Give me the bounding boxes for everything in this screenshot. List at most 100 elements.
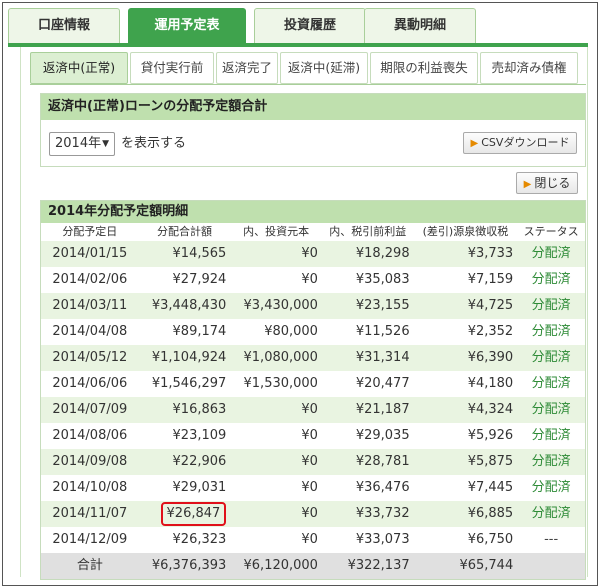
row-date: 2014/05/12 [52, 350, 128, 365]
play-arrow-icon: ▶ [470, 138, 479, 149]
play-arrow-icon: ▶ [523, 179, 532, 190]
year-select-value: 2014年 [55, 136, 102, 151]
csv-download-button[interactable]: ▶ CSVダウンロード [463, 132, 577, 154]
close-button[interactable]: ▶ 閉じる [516, 172, 578, 194]
table-row: 2014/11/07 ¥26,847 ¥0 ¥33,732 ¥6,885 分配済 [41, 501, 585, 527]
row-principal: ¥3,430,000 [243, 298, 318, 313]
summary-section: 返済中(正常)ローンの分配予定額合計 2014年 ▼ を表示する ▶ CSVダウン… [40, 93, 586, 167]
row-tax: ¥4,180 [467, 376, 514, 391]
close-label: 閉じる [534, 176, 571, 190]
row-total-amount: ¥29,031 [172, 480, 227, 495]
row-status: 分配済 [531, 350, 571, 365]
row-date: 2014/07/09 [52, 402, 128, 417]
row-total-amount: ¥14,565 [172, 246, 227, 261]
row-tax: ¥6,750 [467, 532, 514, 547]
row-profit: ¥28,781 [355, 454, 410, 469]
row-total-amount: ¥22,906 [172, 454, 227, 469]
row-date: 2014/02/06 [52, 272, 128, 287]
row-status: --- [544, 532, 559, 547]
year-select[interactable]: 2014年 ▼ [49, 132, 115, 156]
subtab-overdue[interactable]: 返済中(延滞) [280, 52, 368, 84]
table-row: 2014/01/15 ¥14,565 ¥0 ¥18,298 ¥3,733 分配済 [41, 241, 585, 267]
total-row: 合計 ¥6,376,393 ¥6,120,000 ¥322,137 ¥65,74… [41, 553, 585, 579]
total-profit: ¥322,137 [347, 558, 410, 573]
row-date: 2014/12/09 [52, 532, 128, 547]
row-status: 分配済 [531, 298, 571, 313]
row-date: 2014/01/15 [52, 246, 128, 261]
row-principal: ¥0 [301, 272, 318, 287]
row-profit: ¥21,187 [355, 402, 410, 417]
table-row: 2014/10/08 ¥29,031 ¥0 ¥36,476 ¥7,445 分配済 [41, 475, 585, 501]
row-date: 2014/10/08 [52, 480, 128, 495]
total-status [517, 553, 585, 579]
row-principal: ¥0 [301, 246, 318, 261]
table-row: 2014/05/12 ¥1,104,924 ¥1,080,000 ¥31,314 ¥6,… [41, 345, 585, 371]
table-header-row: 分配予定日 分配合計額 内、投資元本 内、税引前利益 (差引)源泉徴収税 ステー… [41, 223, 585, 241]
row-status: 分配済 [531, 454, 571, 469]
subtab-before-loan[interactable]: 貸付実行前 [130, 52, 214, 84]
chevron-down-icon: ▼ [102, 139, 109, 149]
row-total-amount: ¥26,847 [139, 501, 231, 527]
row-tax: ¥4,725 [467, 298, 514, 313]
row-tax: ¥2,352 [467, 324, 514, 339]
total-principal: ¥6,120,000 [243, 558, 318, 573]
row-date: 2014/08/06 [52, 428, 128, 443]
row-profit: ¥31,314 [355, 350, 410, 365]
row-status: 分配済 [531, 506, 571, 521]
row-tax: ¥6,885 [467, 506, 514, 521]
table-row: 2014/09/08 ¥22,906 ¥0 ¥28,781 ¥5,875 分配済 [41, 449, 585, 475]
row-principal: ¥1,080,000 [243, 350, 318, 365]
column-header: 内、投資元本 [243, 225, 310, 238]
row-profit: ¥23,155 [355, 298, 410, 313]
row-profit: ¥11,526 [355, 324, 410, 339]
row-tax: ¥5,875 [467, 454, 514, 469]
subtab-repaying-normal[interactable]: 返済中(正常) [30, 52, 128, 84]
top-tab-bar: 口座情報 運用予定表 投資履歴 異動明細 [8, 8, 588, 44]
table-row: 2014/02/06 ¥27,924 ¥0 ¥35,083 ¥7,159 分配済 [41, 267, 585, 293]
row-profit: ¥18,298 [355, 246, 410, 261]
row-date: 2014/04/08 [52, 324, 128, 339]
summary-title: 返済中(正常)ローンの分配予定額合計 [41, 94, 585, 120]
row-principal: ¥0 [301, 402, 318, 417]
column-header: 分配予定日 [62, 225, 118, 238]
tab-transactions[interactable]: 異動明細 [364, 8, 476, 44]
row-profit: ¥35,083 [355, 272, 410, 287]
subtab-divider [30, 84, 586, 85]
subtab-acceleration[interactable]: 期限の利益喪失 [370, 52, 478, 84]
row-profit: ¥33,073 [355, 532, 410, 547]
row-principal: ¥0 [301, 506, 318, 521]
row-total-amount: ¥27,924 [172, 272, 227, 287]
table-title: 2014年分配予定額明細 [41, 201, 585, 223]
column-header: ステータス [523, 225, 579, 238]
column-header: 内、税引前利益 [329, 225, 407, 238]
row-total-amount: ¥23,109 [172, 428, 227, 443]
column-header: (差引)源泉徴収税 [422, 225, 509, 238]
tab-account-info[interactable]: 口座情報 [8, 8, 120, 44]
row-principal: ¥1,530,000 [243, 376, 318, 391]
row-principal: ¥0 [301, 480, 318, 495]
row-status: 分配済 [531, 428, 571, 443]
row-total-amount: ¥16,863 [172, 402, 227, 417]
row-tax: ¥6,390 [467, 350, 514, 365]
row-date: 2014/11/07 [52, 506, 128, 521]
column-header: 分配合計額 [156, 225, 212, 238]
row-status: 分配済 [531, 480, 571, 495]
row-status: 分配済 [531, 376, 571, 391]
highlighted-amount: ¥26,847 [160, 502, 227, 526]
row-status: 分配済 [531, 402, 571, 417]
subtab-repaid[interactable]: 返済完了 [216, 52, 278, 84]
row-profit: ¥20,477 [355, 376, 410, 391]
row-status: 分配済 [531, 272, 571, 287]
table-row: 2014/04/08 ¥89,174 ¥80,000 ¥11,526 ¥2,352 分配済 [41, 319, 585, 345]
tab-history[interactable]: 投資履歴 [254, 8, 366, 44]
row-tax: ¥7,445 [467, 480, 514, 495]
total-label: 合計 [76, 558, 103, 573]
row-principal: ¥0 [301, 532, 318, 547]
total-amount: ¥6,376,393 [151, 558, 227, 573]
row-tax: ¥3,733 [467, 246, 514, 261]
row-date: 2014/03/11 [52, 298, 128, 313]
tab-schedule[interactable]: 運用予定表 [128, 8, 246, 44]
subtab-sold[interactable]: 売却済み債権 [480, 52, 578, 84]
csv-download-label: CSVダウンロード [481, 136, 570, 149]
table-row: 2014/12/09 ¥26,323 ¥0 ¥33,073 ¥6,750 --- [41, 527, 585, 553]
